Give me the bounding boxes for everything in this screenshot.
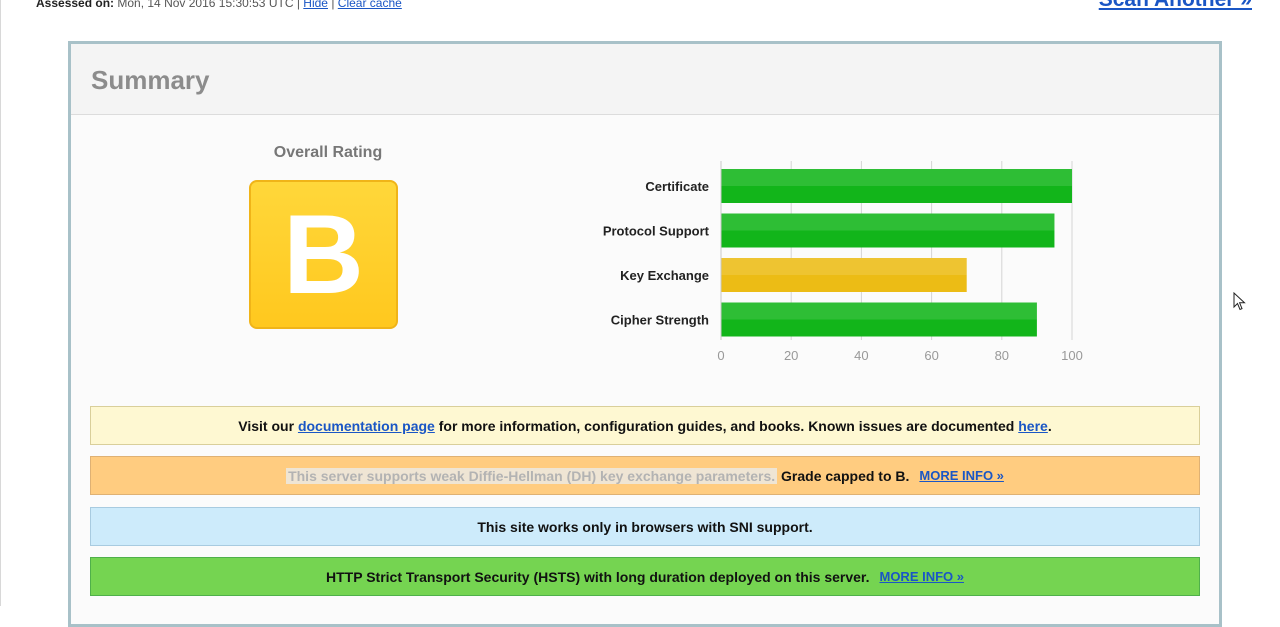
separator: | [296,0,300,10]
hide-link[interactable]: Hide [303,0,328,10]
bar-highlight [721,302,1037,320]
x-tick-label: 60 [924,348,938,363]
hsts-more-info-link[interactable]: MORE INFO » [879,569,964,584]
doc-notice-pre: Visit our [238,417,295,434]
x-tick-label: 80 [995,348,1009,363]
bar-category-label: Key Exchange [620,268,709,283]
x-tick-label: 20 [784,348,798,363]
bar-category-label: Certificate [645,179,709,194]
bar-category-label: Cipher Strength [611,313,709,328]
x-tick-label: 100 [1061,348,1083,363]
summary-panel: Summary Overall Rating B 0 20 40 60 80 100 Cer… [68,41,1222,627]
hsts-notice: HTTP Strict Transport Security (HSTS) wi… [90,557,1200,596]
scan-another-link[interactable]: Scan Another » [1099,0,1252,12]
known-issues-link[interactable]: here [1018,418,1048,434]
assessed-on-line: Assessed on: Mon, 14 Nov 2016 15:30:53 U… [36,0,402,10]
x-tick-label: 0 [717,348,724,363]
summary-body: Overall Rating B 0 20 40 60 80 100 Certificate… [71,115,1219,624]
dh-faded-text: This server supports weak Diffie-Hellman… [286,467,778,484]
page-left-rule [0,0,1,606]
doc-notice-post: . [1047,417,1052,434]
separator: | [331,0,335,10]
grade-capped-text: Grade capped to B. [781,467,910,484]
rating-bar-chart: 0 20 40 60 80 100 Certificate Protocol Support K… [603,161,1083,363]
sni-notice: This site works only in browsers with SN… [90,507,1200,546]
hsts-notice-text: HTTP Strict Transport Security (HSTS) wi… [326,568,870,585]
documentation-page-link[interactable]: documentation page [298,418,435,434]
documentation-notice: Visit our documentation page for more in… [90,406,1200,445]
bar-category-label: Protocol Support [603,224,710,239]
sni-notice-text: This site works only in browsers with SN… [477,518,813,535]
bar-highlight [721,258,967,275]
bar-highlight [721,169,1072,186]
dh-warning-notice: This server supports weak Diffie-Hellman… [90,456,1200,495]
bar-highlight [721,213,1055,231]
clear-cache-link[interactable]: Clear cache [338,0,402,10]
dh-more-info-link[interactable]: MORE INFO » [919,468,1004,483]
summary-title: Summary [91,65,210,95]
doc-notice-mid: for more information, configuration guid… [438,417,1015,434]
summary-header: Summary [71,44,1219,115]
x-tick-label: 40 [854,348,868,363]
assessed-on-value: Mon, 14 Nov 2016 15:30:53 UTC [117,0,294,10]
mouse-cursor-icon [1233,292,1246,311]
assessed-on-label: Assessed on: [36,0,115,10]
